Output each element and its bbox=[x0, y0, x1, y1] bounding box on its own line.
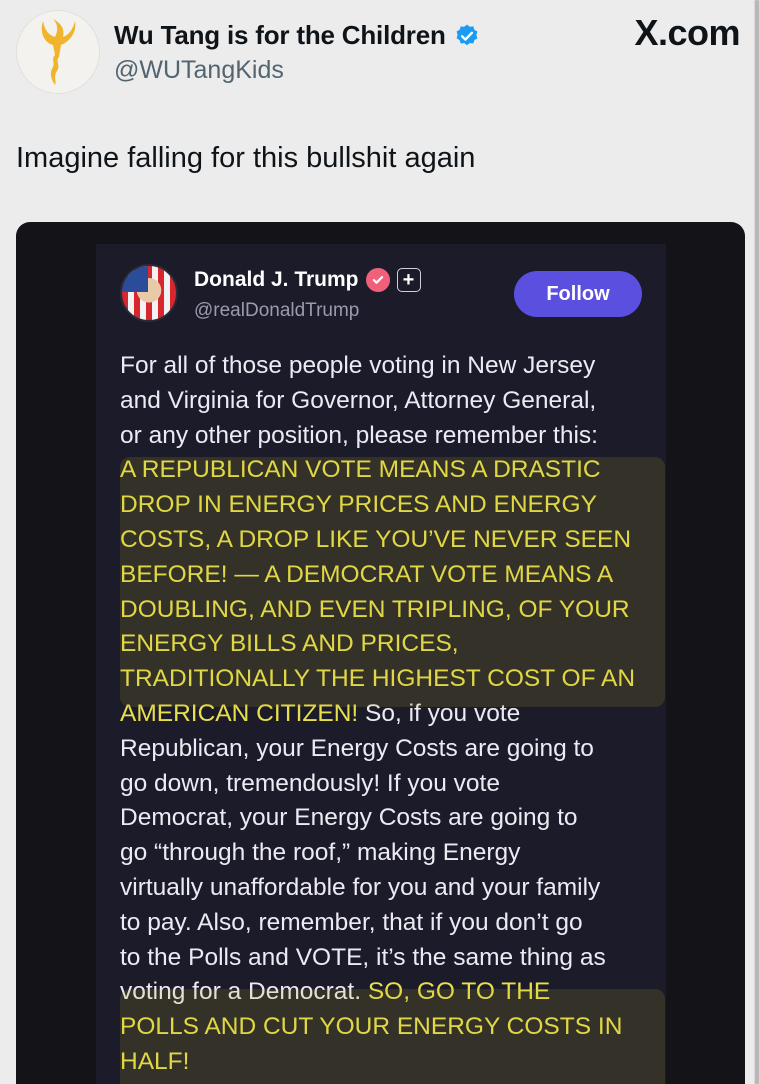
post-line: virtually unaffordable for you and your … bbox=[120, 871, 660, 906]
follow-button[interactable]: Follow bbox=[514, 271, 642, 317]
embedded-author-name-text: Donald J. Trump bbox=[194, 268, 359, 291]
post-line: to the Polls and VOTE, it’s the same thi… bbox=[120, 941, 660, 976]
tweet-text: Imagine falling for this bullshit again bbox=[16, 142, 476, 174]
embedded-post-card: Donald J. Trump + @realDonaldTrump Follo… bbox=[96, 244, 666, 1084]
verified-badge-icon bbox=[456, 24, 478, 45]
embedded-author-handle: @realDonaldTrump bbox=[194, 300, 360, 321]
post-text: Democrat, your Energy Costs are going to bbox=[120, 804, 578, 832]
wu-tang-logo-icon bbox=[41, 19, 76, 85]
post-line: or any other position, please remember t… bbox=[120, 419, 660, 454]
post-line: For all of those people voting in New Je… bbox=[120, 349, 660, 384]
embedded-author-name: Donald J. Trump + bbox=[194, 268, 421, 292]
post-text: and Virginia for Governor, Attorney Gene… bbox=[120, 386, 597, 414]
post-text: Republican, your Energy Costs are going … bbox=[120, 734, 594, 762]
embedded-media[interactable]: Donald J. Trump + @realDonaldTrump Follo… bbox=[16, 222, 745, 1084]
brand-label: X.com bbox=[634, 12, 740, 53]
embedded-post-text: For all of those people voting in New Je… bbox=[120, 349, 665, 1084]
post-text: virtually unaffordable for you and your … bbox=[120, 873, 601, 901]
post-text: For all of those people voting in New Je… bbox=[120, 352, 596, 379]
author-name[interactable]: Wu Tang is for the Children bbox=[114, 20, 480, 51]
post-line: to pay. Also, remember, that if you don’… bbox=[120, 906, 660, 941]
page-scrollbar[interactable] bbox=[754, 0, 760, 1084]
highlight-mark bbox=[120, 989, 665, 1084]
avatar[interactable] bbox=[16, 10, 100, 94]
tweet-header: Wu Tang is for the Children @WUTangKids bbox=[16, 10, 736, 100]
scrollbar-thumb[interactable] bbox=[755, 0, 759, 1084]
verified-badge-icon bbox=[365, 268, 390, 292]
post-text: go down, tremendously! If you vote bbox=[120, 769, 500, 797]
author-handle[interactable]: @WUTangKids bbox=[114, 56, 284, 85]
post-text: to the Polls and VOTE, it’s the same thi… bbox=[120, 943, 606, 971]
post-text: or any other position, please remember t… bbox=[120, 421, 598, 449]
plus-icon: + bbox=[396, 268, 421, 292]
post-line: Democrat, your Energy Costs are going to bbox=[120, 801, 660, 836]
embedded-avatar bbox=[120, 264, 178, 322]
post-line: go down, tremendously! If you vote bbox=[120, 767, 660, 802]
highlight-mark bbox=[120, 457, 665, 707]
post-line: Republican, your Energy Costs are going … bbox=[120, 732, 660, 767]
post-line: and Virginia for Governor, Attorney Gene… bbox=[120, 384, 660, 419]
post-line: go “through the roof,” making Energy bbox=[120, 836, 660, 871]
post-text: to pay. Also, remember, that if you don’… bbox=[120, 908, 583, 936]
post-text: go “through the roof,” making Energy bbox=[120, 839, 521, 867]
author-name-text[interactable]: Wu Tang is for the Children bbox=[114, 20, 446, 51]
